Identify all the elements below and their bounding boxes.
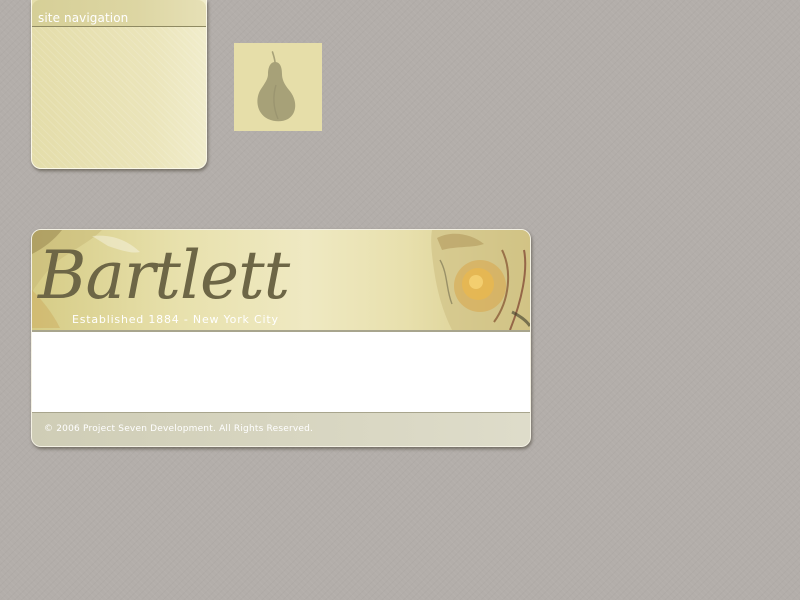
site-navigation-panel: site navigation (31, 0, 207, 169)
pear-icon (257, 51, 296, 122)
main-card: Bartlett Established 1884 - New York Cit… (31, 229, 531, 447)
brand-tagline: Established 1884 - New York City (72, 313, 279, 326)
site-navigation-heading: site navigation (38, 11, 129, 25)
site-navigation-body (32, 27, 206, 168)
brand-name: Bartlett (38, 237, 290, 314)
main-content-area (32, 330, 530, 413)
footer: © 2006 Project Seven Development. All Ri… (32, 413, 530, 446)
copyright-text: © 2006 Project Seven Development. All Ri… (44, 424, 314, 434)
pear-logo-tile (234, 43, 322, 131)
site-navigation-header: site navigation (32, 0, 206, 27)
header-banner: Bartlett Established 1884 - New York Cit… (32, 230, 530, 330)
